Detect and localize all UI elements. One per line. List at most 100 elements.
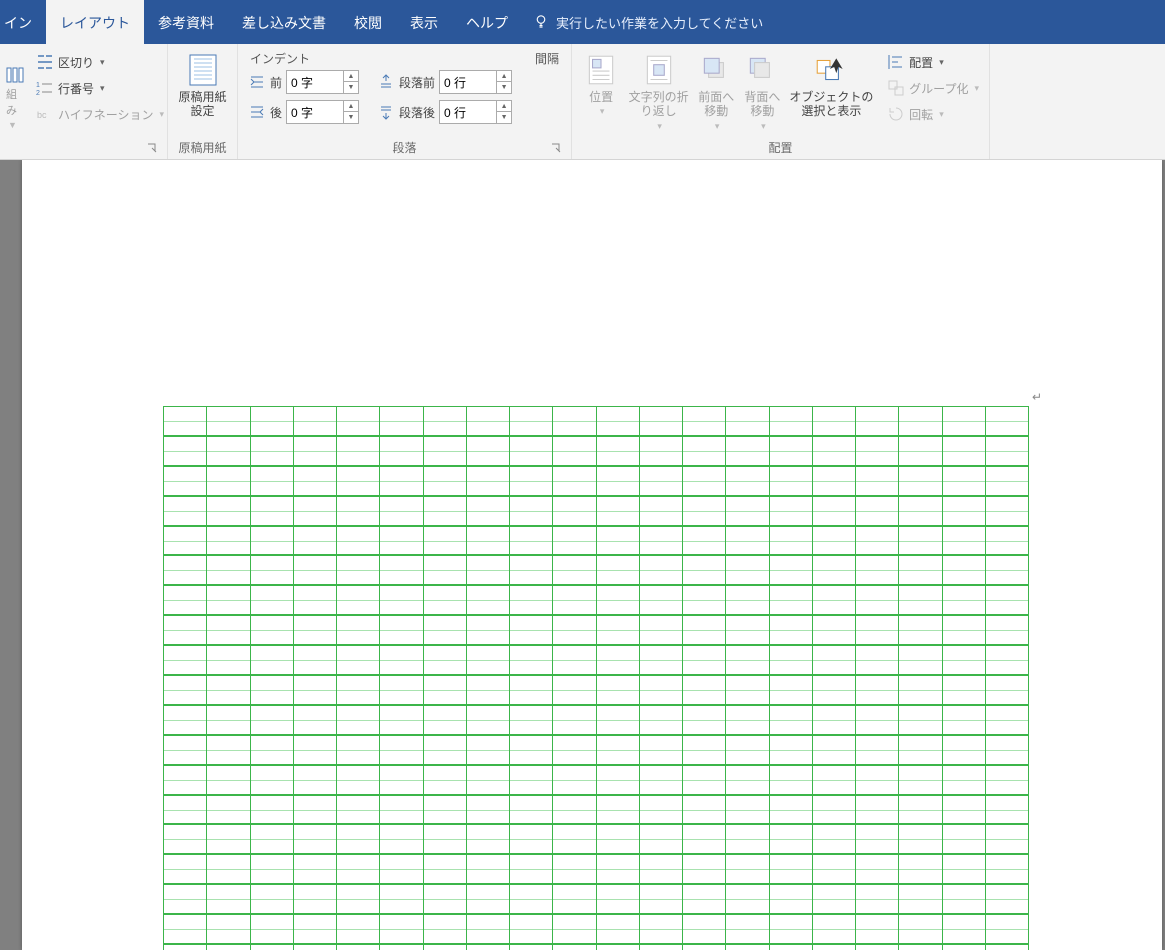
grid-cell[interactable] xyxy=(985,765,1029,795)
grid-cell[interactable] xyxy=(163,884,206,914)
grid-cell[interactable] xyxy=(682,735,725,765)
grid-cell[interactable] xyxy=(293,585,336,615)
grid-cell[interactable] xyxy=(552,436,595,466)
grid-cell[interactable] xyxy=(596,765,639,795)
grid-cell[interactable] xyxy=(206,705,249,735)
grid-cell[interactable] xyxy=(552,555,595,585)
grid-cell[interactable] xyxy=(163,854,206,884)
grid-cell[interactable] xyxy=(639,466,682,496)
grid-cell[interactable] xyxy=(898,914,941,944)
grid-cell[interactable] xyxy=(423,884,466,914)
grid-cell[interactable] xyxy=(250,555,293,585)
grid-cell[interactable] xyxy=(812,795,855,825)
grid-cell[interactable] xyxy=(379,406,422,436)
grid-cell[interactable] xyxy=(682,824,725,854)
grid-cell[interactable] xyxy=(293,795,336,825)
grid-cell[interactable] xyxy=(206,526,249,556)
grid-cell[interactable] xyxy=(423,406,466,436)
grid-cell[interactable] xyxy=(336,496,379,526)
grid-cell[interactable] xyxy=(250,466,293,496)
grid-cell[interactable] xyxy=(942,824,985,854)
grid-cell[interactable] xyxy=(769,705,812,735)
grid-cell[interactable] xyxy=(725,555,768,585)
grid-cell[interactable] xyxy=(942,914,985,944)
grid-cell[interactable] xyxy=(682,884,725,914)
grid-cell[interactable] xyxy=(163,675,206,705)
grid-cell[interactable] xyxy=(206,585,249,615)
grid-cell[interactable] xyxy=(855,406,898,436)
grid-cell[interactable] xyxy=(250,645,293,675)
grid-cell[interactable] xyxy=(379,436,422,466)
grid-cell[interactable] xyxy=(639,884,682,914)
grid-cell[interactable] xyxy=(250,436,293,466)
grid-cell[interactable] xyxy=(942,406,985,436)
grid-cell[interactable] xyxy=(163,526,206,556)
grid-cell[interactable] xyxy=(985,436,1029,466)
grid-cell[interactable] xyxy=(206,615,249,645)
grid-cell[interactable] xyxy=(855,824,898,854)
grid-cell[interactable] xyxy=(423,675,466,705)
space-after-input[interactable]: ▲▼ xyxy=(439,100,512,124)
grid-cell[interactable] xyxy=(985,884,1029,914)
grid-cell[interactable] xyxy=(250,795,293,825)
grid-cell[interactable] xyxy=(250,585,293,615)
wrap-text-button[interactable]: 文字列の折 り返し▾ xyxy=(624,48,693,132)
grid-cell[interactable] xyxy=(293,824,336,854)
grid-cell[interactable] xyxy=(423,645,466,675)
grid-cell[interactable] xyxy=(250,705,293,735)
paragraph-dialog-launcher[interactable] xyxy=(549,141,563,155)
grid-cell[interactable] xyxy=(812,585,855,615)
grid-cell[interactable] xyxy=(942,735,985,765)
grid-cell[interactable] xyxy=(725,884,768,914)
grid-cell[interactable] xyxy=(682,466,725,496)
spinner-down-icon[interactable]: ▼ xyxy=(344,112,358,123)
grid-cell[interactable] xyxy=(985,615,1029,645)
grid-cell[interactable] xyxy=(423,854,466,884)
grid-cell[interactable] xyxy=(552,914,595,944)
grid-cell[interactable] xyxy=(682,854,725,884)
grid-cell[interactable] xyxy=(855,466,898,496)
grid-cell[interactable] xyxy=(206,436,249,466)
grid-cell[interactable] xyxy=(985,914,1029,944)
grid-cell[interactable] xyxy=(552,765,595,795)
breaks-button[interactable]: 区切り▾ xyxy=(32,50,168,74)
grid-cell[interactable] xyxy=(509,944,552,950)
grid-cell[interactable] xyxy=(206,854,249,884)
grid-cell[interactable] xyxy=(509,585,552,615)
grid-cell[interactable] xyxy=(163,555,206,585)
grid-cell[interactable] xyxy=(466,645,509,675)
grid-cell[interactable] xyxy=(639,914,682,944)
grid-cell[interactable] xyxy=(163,466,206,496)
grid-cell[interactable] xyxy=(379,854,422,884)
grid-cell[interactable] xyxy=(163,824,206,854)
grid-cell[interactable] xyxy=(639,496,682,526)
grid-cell[interactable] xyxy=(725,406,768,436)
grid-cell[interactable] xyxy=(769,735,812,765)
indent-before-input[interactable]: ▲▼ xyxy=(286,70,359,94)
grid-cell[interactable] xyxy=(596,884,639,914)
grid-cell[interactable] xyxy=(423,795,466,825)
grid-cell[interactable] xyxy=(293,526,336,556)
grid-cell[interactable] xyxy=(769,406,812,436)
grid-cell[interactable] xyxy=(596,496,639,526)
grid-cell[interactable] xyxy=(639,944,682,950)
grid-cell[interactable] xyxy=(942,645,985,675)
manuscript-paper-button[interactable]: 原稿用紙 設定 xyxy=(174,48,231,119)
grid-cell[interactable] xyxy=(682,526,725,556)
grid-cell[interactable] xyxy=(855,645,898,675)
grid-cell[interactable] xyxy=(985,466,1029,496)
grid-cell[interactable] xyxy=(293,496,336,526)
grid-cell[interactable] xyxy=(552,466,595,496)
grid-cell[interactable] xyxy=(855,675,898,705)
grid-cell[interactable] xyxy=(942,555,985,585)
grid-cell[interactable] xyxy=(855,765,898,795)
grid-cell[interactable] xyxy=(336,645,379,675)
grid-cell[interactable] xyxy=(769,466,812,496)
grid-cell[interactable] xyxy=(379,914,422,944)
bring-forward-button[interactable]: 前面へ 移動▾ xyxy=(693,48,739,132)
grid-cell[interactable] xyxy=(985,675,1029,705)
grid-cell[interactable] xyxy=(769,496,812,526)
spinner-up-icon[interactable]: ▲ xyxy=(344,101,358,112)
grid-cell[interactable] xyxy=(725,496,768,526)
grid-cell[interactable] xyxy=(206,496,249,526)
